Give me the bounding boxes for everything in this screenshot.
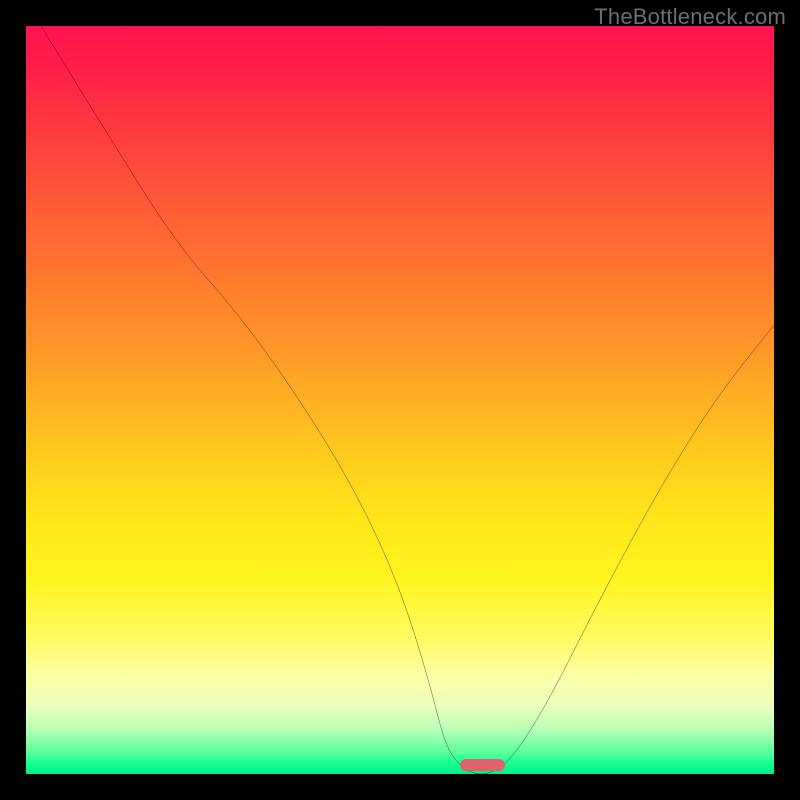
plot-area xyxy=(26,26,774,774)
chart-frame: TheBottleneck.com xyxy=(0,0,800,800)
curve-path xyxy=(41,26,774,774)
bottleneck-marker xyxy=(460,759,505,771)
bottleneck-curve xyxy=(26,26,774,774)
watermark-text: TheBottleneck.com xyxy=(594,4,786,30)
